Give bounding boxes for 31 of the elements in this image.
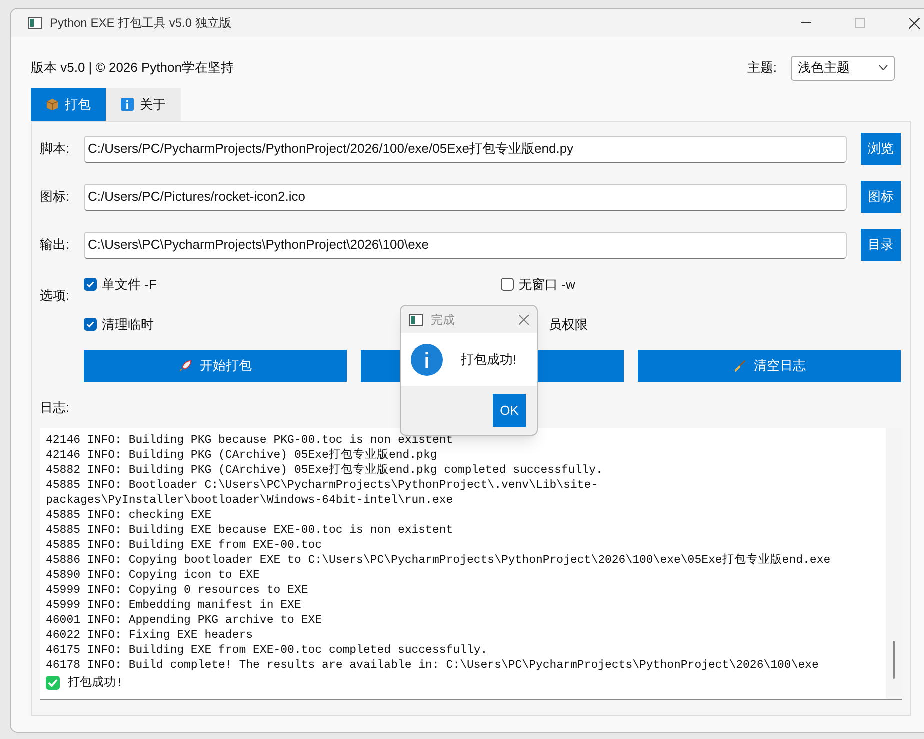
log-line: 45885 INFO: Building EXE from EXE-00.toc [46,538,324,552]
window-title: Python EXE 打包工具 v5.0 独立版 [50,15,232,32]
field-label: 输出: [40,236,71,254]
log-line: 45890 INFO: Copying icon to EXE [46,568,261,582]
log-line: 45999 INFO: Copying 0 resources to EXE [46,582,310,598]
dialog-title: 完成 [431,312,455,328]
option-label: 员权限 [549,316,589,334]
log-line: 46001 INFO: Appending PKG archive to EXE [46,612,324,628]
field-label: 脚本: [40,140,71,158]
log-line: 45882 INFO: Building PKG (CArchive) 05Exe打包专业版end.pkg completed successfully. [46,462,604,478]
theme-label: 主题: [747,59,777,78]
option-label: 单文件 -F [102,276,157,294]
log-label: 日志: [40,399,70,417]
log-line: 42146 INFO: Building PKG (CArchive) 05Exe打包专业版end.pkg [46,448,438,462]
dialog-message: 打包成功! [461,350,517,369]
log-line: 45886 INFO: Copying bootloader EXE to C:\Users\PC\PycharmProjects\PythonProject\2026\100\exe\05Exe打包专业版end.exe [46,552,832,568]
option-label: 清理临时 [102,316,154,334]
log-line: 42146 INFO: Building PKG because PKG-00.toc is non existent [46,432,454,448]
log-line: 46178 INFO: Build complete! The results are available in: C:\Users\PC\PycharmProjects\PythonProject\2026\100\exe [46,658,820,672]
log-line: 45885 INFO: Building EXE because EXE-00.toc is non existent [46,522,454,538]
log-line: packages\PyInstaller\bootloader\Windows-64bit-intel\run.exe [46,492,454,508]
log-line: 打包成功! [68,674,124,692]
log-line: 45885 INFO: checking EXE [46,508,213,522]
option-label: 无窗口 -w [519,276,576,294]
version-text: 版本 v5.0 | © 2026 Python学在坚持 [31,59,234,78]
log-line: 46175 INFO: Building EXE from EXE-00.toc completed successfully. [46,642,489,658]
options-label: 选项: [40,287,71,305]
field-label: 图标: [40,188,71,206]
log-line: 45999 INFO: Embedding manifest in EXE [46,598,302,612]
log-line: 45885 INFO: Bootloader C:\Users\PC\PycharmProjects\PythonProject\.venv\Lib\site- [46,478,600,492]
log-line: 46022 INFO: Fixing EXE headers [46,628,254,642]
